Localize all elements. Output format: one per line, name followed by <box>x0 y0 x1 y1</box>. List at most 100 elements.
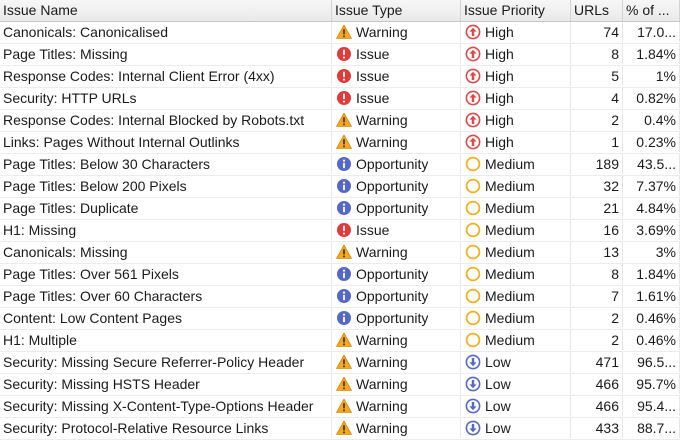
warning-icon <box>336 332 352 348</box>
issue-type-cell: Opportunity <box>332 264 461 284</box>
urls-cell: 471 <box>571 352 623 372</box>
issue-type-cell: Warning <box>332 330 461 350</box>
medium-priority-icon <box>465 266 481 282</box>
issue-name-cell: Page Titles: Duplicate <box>0 198 332 218</box>
issue-priority-cell: Medium <box>461 308 571 328</box>
table-row[interactable]: Page Titles: Duplicate Opportunity Medium 2… <box>0 198 680 220</box>
issue-type-cell: Issue <box>332 88 461 108</box>
issue-priority-label: Medium <box>485 244 535 260</box>
issue-name-cell: Response Codes: Internal Client Error (4… <box>0 66 332 86</box>
table-row[interactable]: Security: Protocol-Relative Resource Lin… <box>0 418 680 440</box>
table-row[interactable]: Canonicals: Missing Warning Medium 13 3% <box>0 242 680 264</box>
issue-priority-label: Medium <box>485 178 535 194</box>
percent-cell: 0.23% <box>623 132 680 152</box>
warning-icon <box>336 112 352 128</box>
opportunity-icon <box>336 310 352 326</box>
high-priority-icon <box>465 46 481 62</box>
table-row[interactable]: Page Titles: Over 60 Characters Opportuni… <box>0 286 680 308</box>
issue-type-cell: Warning <box>332 22 461 42</box>
table-row[interactable]: Security: Missing X-Content-Type-Options… <box>0 396 680 418</box>
urls-cell: 8 <box>571 44 623 64</box>
issue-name-cell: Links: Pages Without Internal Outlinks <box>0 132 332 152</box>
table-row[interactable]: Page Titles: Over 561 Pixels Opportunity M… <box>0 264 680 286</box>
issue-icon <box>336 222 352 238</box>
issue-name-cell: Response Codes: Internal Blocked by Robo… <box>0 110 332 130</box>
issue-priority-cell: High <box>461 88 571 108</box>
high-priority-icon <box>465 90 481 106</box>
column-header-issue-type[interactable]: Issue Type <box>332 0 461 21</box>
issue-priority-cell: High <box>461 22 571 42</box>
table-row[interactable]: Canonicals: Canonicalised Warning High 74 17… <box>0 22 680 44</box>
opportunity-icon <box>336 156 352 172</box>
issue-type-cell: Issue <box>332 220 461 240</box>
issue-priority-cell: Medium <box>461 154 571 174</box>
warning-icon <box>336 24 352 40</box>
table-row[interactable]: Security: HTTP URLs Issue High 4 0.82% <box>0 88 680 110</box>
issue-name-cell: Security: Missing HSTS Header <box>0 374 332 394</box>
table-row[interactable]: Links: Pages Without Internal Outlinks Wa… <box>0 132 680 154</box>
issue-priority-cell: Medium <box>461 198 571 218</box>
column-header-issue-priority[interactable]: Issue Priority <box>461 0 571 21</box>
column-header-issue-name[interactable]: Issue Name <box>0 0 332 21</box>
issue-name-cell: H1: Multiple <box>0 330 332 350</box>
urls-cell: 16 <box>571 220 623 240</box>
issue-priority-label: Medium <box>485 266 535 282</box>
medium-priority-icon <box>465 156 481 172</box>
table-row[interactable]: Page Titles: Missing Issue High 8 1.84% <box>0 44 680 66</box>
issue-priority-label: High <box>485 90 514 106</box>
issue-priority-cell: High <box>461 44 571 64</box>
table-row[interactable]: Page Titles: Below 30 Characters Opportun… <box>0 154 680 176</box>
percent-cell: 96.5... <box>623 352 680 372</box>
issue-icon <box>336 90 352 106</box>
urls-cell: 1 <box>571 132 623 152</box>
issue-type-cell: Warning <box>332 418 461 438</box>
urls-cell: 2 <box>571 308 623 328</box>
percent-cell: 0.46% <box>623 308 680 328</box>
issue-type-cell: Warning <box>332 374 461 394</box>
issue-type-label: Warning <box>356 354 408 370</box>
column-header-urls[interactable]: URLs <box>571 0 623 21</box>
table-header: Issue Name Issue Type Issue Priority URL… <box>0 0 680 22</box>
warning-icon <box>336 244 352 260</box>
urls-cell: 5 <box>571 66 623 86</box>
issue-type-label: Issue <box>356 222 390 238</box>
table-row[interactable]: Page Titles: Below 200 Pixels Opportunity… <box>0 176 680 198</box>
percent-cell: 3.69% <box>623 220 680 240</box>
opportunity-icon <box>336 200 352 216</box>
issue-priority-label: Medium <box>485 332 535 348</box>
issue-name-cell: Page Titles: Missing <box>0 44 332 64</box>
urls-cell: 32 <box>571 176 623 196</box>
issue-priority-cell: Medium <box>461 264 571 284</box>
issue-type-label: Warning <box>356 420 408 436</box>
issue-type-cell: Issue <box>332 66 461 86</box>
high-priority-icon <box>465 68 481 84</box>
issue-type-label: Warning <box>356 244 408 260</box>
table-row[interactable]: Response Codes: Internal Client Error (4… <box>0 66 680 88</box>
column-header-percent[interactable]: % of ... <box>623 0 680 21</box>
table-row[interactable]: Response Codes: Internal Blocked by Robo… <box>0 110 680 132</box>
table-row[interactable]: H1: Multiple Warning Medium 2 0.46% <box>0 330 680 352</box>
table-row[interactable]: Security: Missing HSTS Header Warning Low 4… <box>0 374 680 396</box>
urls-cell: 433 <box>571 418 623 438</box>
issue-type-cell: Opportunity <box>332 308 461 328</box>
medium-priority-icon <box>465 288 481 304</box>
issue-type-label: Opportunity <box>356 200 429 216</box>
medium-priority-icon <box>465 178 481 194</box>
table-row[interactable]: Security: Missing Secure Referrer-Policy… <box>0 352 680 374</box>
issue-type-cell: Issue <box>332 44 461 64</box>
table-row[interactable]: H1: Missing Issue Medium 16 3.69% <box>0 220 680 242</box>
issue-type-label: Opportunity <box>356 178 429 194</box>
medium-priority-icon <box>465 332 481 348</box>
table-body: Canonicals: Canonicalised Warning High 74 17… <box>0 22 680 440</box>
percent-cell: 0.4% <box>623 110 680 130</box>
issue-priority-label: Low <box>485 354 511 370</box>
urls-cell: 2 <box>571 110 623 130</box>
warning-icon <box>336 420 352 436</box>
urls-cell: 74 <box>571 22 623 42</box>
issue-type-label: Opportunity <box>356 310 429 326</box>
percent-cell: 17.0... <box>623 22 680 42</box>
table-row[interactable]: Content: Low Content Pages Opportunity Med… <box>0 308 680 330</box>
issue-priority-cell: Medium <box>461 330 571 350</box>
issue-priority-label: High <box>485 68 514 84</box>
issue-type-label: Warning <box>356 134 408 150</box>
